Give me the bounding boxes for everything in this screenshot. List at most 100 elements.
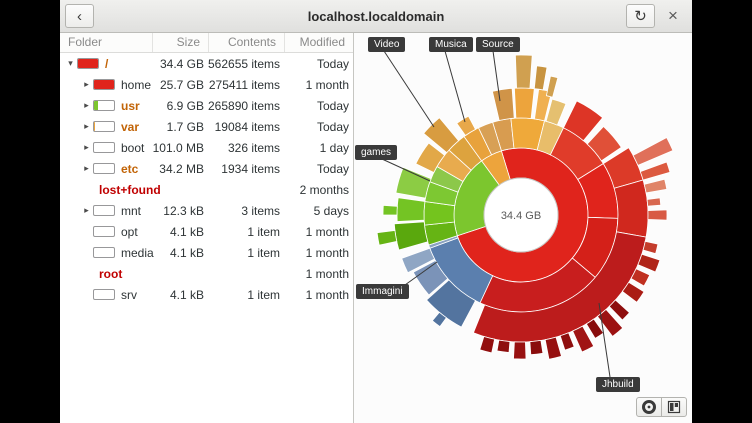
usage-bar-icon [93,121,115,132]
folder-name: srv [121,288,137,302]
modified-cell: 1 month [284,225,353,239]
chart-callout-label: Video [368,37,405,52]
modified-cell: 1 day [284,141,353,155]
contents-cell: 3 items [208,204,284,218]
chart-segment[interactable] [396,167,431,198]
chart-segment[interactable] [644,179,667,193]
folder-cell: lost+found [60,183,152,197]
size-cell: 25.7 GB [152,78,208,92]
expander-icon[interactable]: ▸ [80,79,93,90]
indent-spacer [60,168,80,169]
modified-cell: Today [284,120,353,134]
chart-segment[interactable] [514,88,534,118]
callout-line [445,51,465,122]
back-icon: ‹ [77,9,82,24]
close-button[interactable]: × [659,3,687,29]
table-row[interactable]: opt4.1 kB1 item1 month [60,221,353,242]
folder-tree-pane: Folder Size Contents Modified ▾/34.4 GB5… [60,33,354,423]
folder-name: boot [121,141,144,155]
refresh-button[interactable]: ↻ [626,4,655,28]
rings-view-button[interactable] [636,397,662,417]
treemap-view-button[interactable] [661,397,687,417]
chart-segment[interactable] [480,337,495,353]
window-title: localhost.localdomain [60,9,692,24]
contents-cell: 326 items [208,141,284,155]
table-row[interactable]: media4.1 kB1 item1 month [60,242,353,263]
chart-segment[interactable] [377,231,397,246]
table-row[interactable]: ▸home25.7 GB275411 items1 month [60,74,353,95]
folder-name: media [121,246,154,260]
chart-segment[interactable] [492,88,514,120]
modified-cell: 1 month [284,267,353,281]
table-row[interactable]: ▸boot101.0 MB326 items1 day [60,137,353,158]
chart-segment[interactable] [560,333,574,350]
modified-cell: Today [284,57,353,71]
chart-segment[interactable] [614,180,648,237]
chart-callout-label: Immagini [356,284,409,299]
table-row[interactable]: ▸mnt12.3 kB3 items5 days [60,200,353,221]
chart-segment[interactable] [647,198,661,206]
chart-segment[interactable] [530,340,543,354]
usage-bar-icon [77,58,99,69]
main-content: Folder Size Contents Modified ▾/34.4 GB5… [60,33,692,423]
close-icon: × [668,6,678,26]
modified-cell: Today [284,99,353,113]
modified-cell: 1 month [284,246,353,260]
contents-cell: 19084 items [208,120,284,134]
folder-cell: root [60,267,152,281]
chart-segment[interactable] [394,222,428,250]
chart-segment[interactable] [586,319,603,338]
chart-segment[interactable] [515,55,532,88]
indent-spacer [60,294,80,295]
indent-spacer [60,84,80,85]
table-row[interactable]: root 1 month [60,263,353,284]
usage-bar-icon [93,226,115,237]
app-window: ‹ localhost.localdomain ↻ × Folder Size … [60,0,692,423]
chart-segment[interactable] [383,205,397,215]
folder-cell: media [60,246,152,260]
table-row[interactable]: ▸var1.7 GB19084 itemsToday [60,116,353,137]
contents-cell: 1 item [208,225,284,239]
folder-cell: ▾/ [60,57,152,71]
rings-chart-svg[interactable]: 34.4 GB [354,33,692,422]
chart-segment[interactable] [514,342,527,359]
chart-segment[interactable] [397,198,425,222]
chart-segment[interactable] [546,76,557,97]
usage-bar-icon [93,205,115,216]
expander-icon[interactable]: ▸ [80,205,93,216]
chart-segment[interactable] [497,340,510,352]
table-row[interactable]: lost+found2 months [60,179,353,200]
table-row[interactable]: srv4.1 kB1 item1 month [60,284,353,305]
chart-segment[interactable] [640,162,670,180]
expander-icon[interactable]: ▸ [80,121,93,132]
column-header-contents[interactable]: Contents [208,33,284,52]
back-button[interactable]: ‹ [65,4,94,28]
chart-center-label: 34.4 GB [501,210,541,222]
table-row[interactable]: ▸etc34.2 MB1934 itemsToday [60,158,353,179]
expander-icon[interactable]: ▸ [80,163,93,174]
chart-segment[interactable] [648,210,667,220]
chart-segment[interactable] [545,337,561,359]
expander-icon[interactable]: ▸ [80,100,93,111]
expander-icon[interactable]: ▾ [64,58,77,69]
folder-name: mnt [121,204,141,218]
table-row[interactable]: ▾/34.4 GB562655 itemsToday [60,53,353,74]
folder-name: var [121,120,139,134]
chart-segment[interactable] [633,138,673,166]
chart-segment[interactable] [534,66,547,90]
contents-cell: 1934 items [208,162,284,176]
table-row[interactable]: ▸usr6.9 GB265890 itemsToday [60,95,353,116]
column-header-size[interactable]: Size [152,33,208,52]
chart-segment[interactable] [638,254,660,272]
chart-segment[interactable] [643,241,658,253]
folder-name: lost+found [99,183,161,197]
column-header-modified[interactable]: Modified [284,33,353,52]
indent-spacer [60,126,80,127]
rings-chart-pane: 34.4 GB VideoMusicaSourcegamesImmagin [354,33,692,423]
usage-bar-icon [93,289,115,300]
expander-icon[interactable]: ▸ [80,142,93,153]
chart-callout-label: Musica [429,37,473,52]
callout-line [384,51,434,127]
column-header-folder[interactable]: Folder [60,33,152,52]
chart-callout-label: Source [476,37,520,52]
